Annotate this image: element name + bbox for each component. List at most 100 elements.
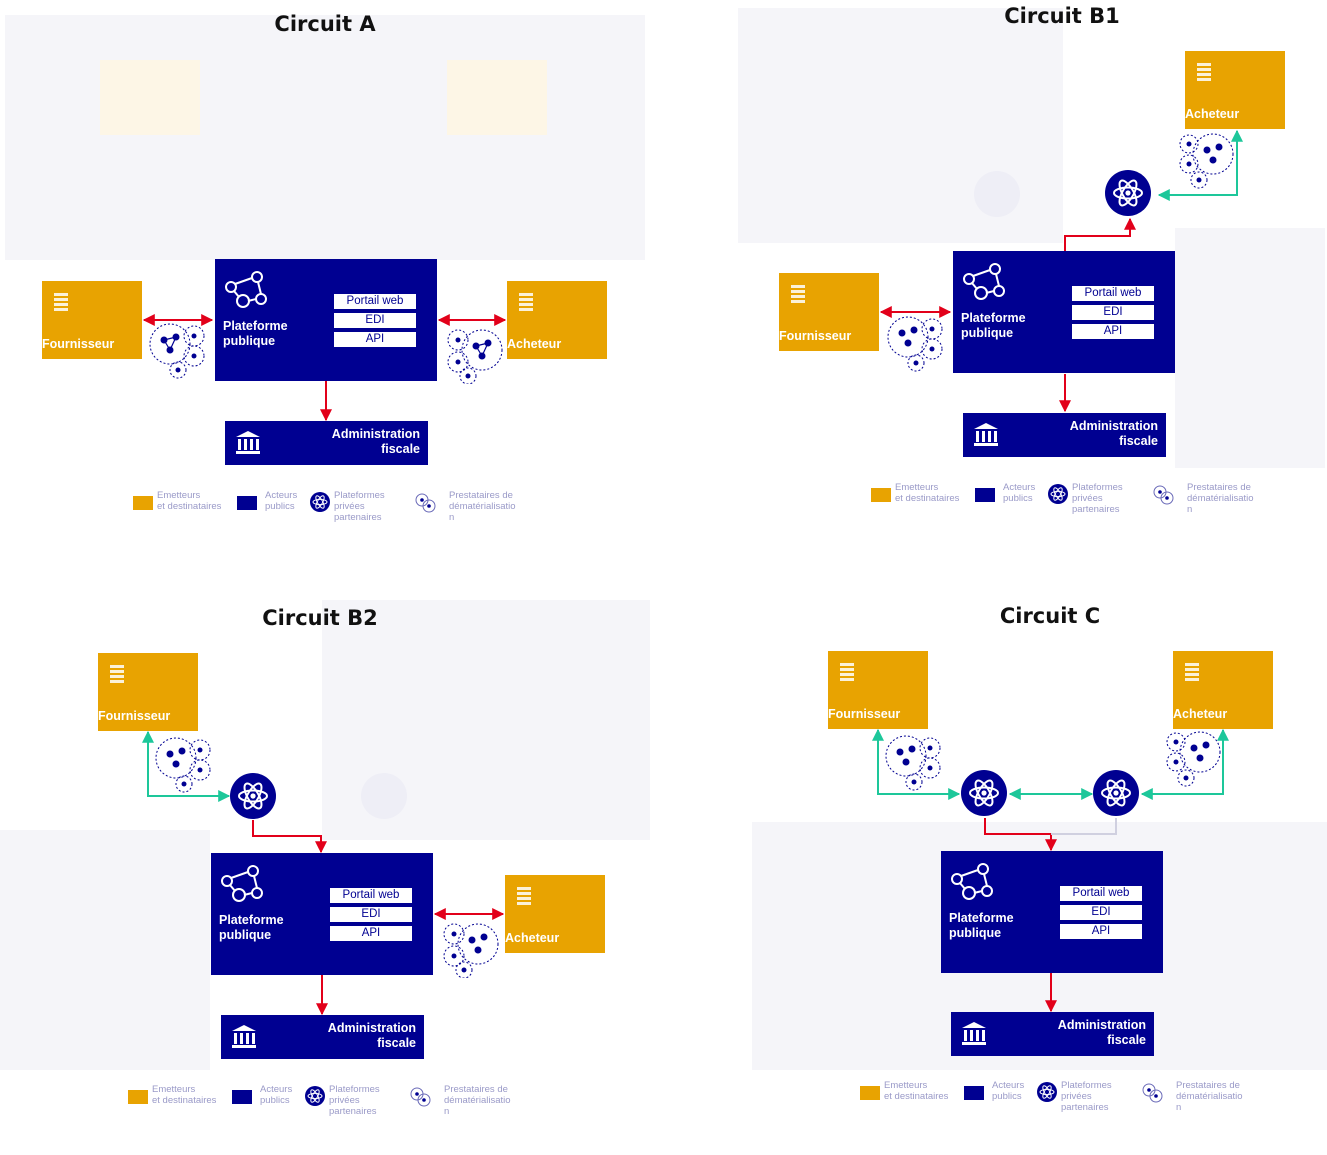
legend-acteurs: Acteurs publics — [1003, 482, 1036, 504]
legend-prestataires: Prestataires de dématérialisatio n — [444, 1084, 511, 1117]
channel-api: API — [330, 926, 412, 941]
supplier-box: Fournisseur — [779, 273, 879, 351]
channel-edi: EDI — [1060, 905, 1142, 920]
legend-acteurs: Acteurs publics — [265, 490, 298, 512]
channel-api: API — [1072, 324, 1154, 339]
building-icon — [1197, 61, 1211, 81]
admin-label: Administration fiscale — [1069, 419, 1158, 448]
admin-label: Administration fiscale — [327, 1021, 416, 1050]
buyer-label: Acheteur — [1185, 107, 1240, 121]
legend-plateformes: Plateformes privées partenaires — [1061, 1080, 1112, 1113]
channel-edi: EDI — [334, 313, 416, 328]
legend-swatch-blue — [975, 488, 995, 502]
tax-administration-box: Administration fiscale — [221, 1015, 424, 1059]
panel-circuit-b2: Circuit B2 Fournisseur Acheteur Platefor… — [0, 600, 660, 1155]
supplier-label: Fournisseur — [42, 337, 115, 351]
private-platform-node-buyer — [1093, 770, 1139, 816]
legend-prestataires: Prestataires de dématérialisatio n — [449, 490, 516, 523]
provider-cluster-icon — [415, 493, 436, 513]
dematerialization-provider-icon — [1166, 731, 1221, 787]
public-platform-box: Plateforme publique Portail web EDI API — [953, 251, 1175, 373]
network-icon — [225, 271, 267, 308]
legend-emetteurs: Emetteurs et destinataires — [157, 490, 222, 512]
channel-api: API — [334, 332, 416, 347]
buyer-label: Acheteur — [1173, 707, 1228, 721]
legend-swatch-yellow — [128, 1090, 148, 1104]
network-icon — [221, 865, 263, 902]
admin-label: Administration fiscale — [331, 427, 420, 456]
channel-portail-web: Portail web — [330, 888, 412, 903]
channel-portail-web: Portail web — [1060, 886, 1142, 901]
legend-emetteurs: Emetteurs et destinataires — [895, 482, 960, 504]
network-icon — [951, 863, 993, 900]
dematerialization-provider-icon — [887, 316, 943, 372]
channel-edi: EDI — [330, 907, 412, 922]
panel-circuit-b1: Circuit B1 Acheteur Fournisseur Platefor… — [738, 0, 1327, 555]
supplier-box: Fournisseur — [828, 651, 928, 729]
platform-label: Plateforme publique — [949, 911, 1014, 940]
building-icon — [110, 663, 124, 683]
buyer-box: Acheteur — [507, 281, 607, 359]
panel-circuit-c: Circuit C Fournisseur Acheteur Plateform… — [730, 600, 1327, 1155]
legend-acteurs: Acteurs publics — [260, 1084, 293, 1106]
channel-api: API — [1060, 924, 1142, 939]
panel-circuit-a: Circuit A Fournisseur Acheteur Plateform… — [0, 0, 660, 555]
atom-icon — [1048, 484, 1068, 504]
legend-prestataires: Prestataires de dématérialisatio n — [1187, 482, 1254, 515]
legend-swatch-yellow — [133, 496, 153, 510]
institution-icon — [232, 1025, 256, 1048]
legend-swatch-blue — [232, 1090, 252, 1104]
provider-cluster-icon — [1153, 485, 1174, 505]
institution-icon — [974, 423, 998, 446]
platform-label: Plateforme publique — [223, 319, 288, 348]
atom-icon — [969, 779, 999, 807]
buyer-box: Acheteur — [505, 875, 605, 953]
atom-icon — [1101, 779, 1131, 807]
legend-emetteurs: Emetteurs et destinataires — [152, 1084, 217, 1106]
platform-label: Plateforme publique — [961, 311, 1026, 340]
private-platform-node — [230, 773, 276, 819]
dematerialization-provider-icon — [885, 735, 941, 791]
tax-administration-box: Administration fiscale — [951, 1012, 1154, 1056]
buyer-box: Acheteur — [1185, 51, 1285, 129]
building-icon — [517, 885, 531, 905]
buyer-box: Acheteur — [1173, 651, 1273, 729]
tax-administration-box: Administration fiscale — [225, 421, 428, 465]
channel-portail-web: Portail web — [334, 294, 416, 309]
public-platform-box: Plateforme publique Portail web EDI API — [941, 851, 1163, 973]
supplier-label: Fournisseur — [828, 707, 901, 721]
legend-swatch-yellow — [871, 488, 891, 502]
legend-plateformes: Plateformes privées partenaires — [334, 490, 385, 523]
atom-icon — [310, 492, 330, 512]
public-platform-box: Plateforme publique Portail web EDI API — [215, 259, 437, 381]
public-platform-box: Plateforme publique Portail web EDI API — [211, 853, 433, 975]
dematerialization-provider-icon — [443, 923, 499, 978]
tax-administration-box: Administration fiscale — [963, 413, 1166, 457]
dematerialization-provider-icon — [447, 329, 503, 384]
dematerialization-provider-icon — [1179, 133, 1234, 189]
provider-cluster-icon — [410, 1087, 431, 1107]
channel-edi: EDI — [1072, 305, 1154, 320]
legend-plateformes: Plateformes privées partenaires — [1072, 482, 1123, 515]
platform-label: Plateforme publique — [219, 913, 284, 942]
building-icon — [54, 291, 68, 311]
atom-icon — [1037, 1082, 1057, 1102]
legend-swatch-blue — [964, 1086, 984, 1100]
private-platform-node-supplier — [961, 770, 1007, 816]
private-platform-node — [1105, 170, 1151, 216]
legend-acteurs: Acteurs publics — [992, 1080, 1025, 1102]
channel-portail-web: Portail web — [1072, 286, 1154, 301]
building-icon — [1185, 661, 1199, 681]
building-icon — [519, 291, 533, 311]
buyer-label: Acheteur — [505, 931, 560, 945]
building-icon — [791, 283, 805, 303]
faded-atom — [974, 171, 1020, 217]
supplier-box: Fournisseur — [42, 281, 142, 359]
supplier-box: Fournisseur — [98, 653, 198, 731]
faded-atom — [361, 773, 407, 819]
atom-icon — [1113, 179, 1143, 207]
building-icon — [840, 661, 854, 681]
buyer-label: Acheteur — [507, 337, 562, 351]
institution-icon — [236, 431, 260, 454]
legend-emetteurs: Emetteurs et destinataires — [884, 1080, 949, 1102]
